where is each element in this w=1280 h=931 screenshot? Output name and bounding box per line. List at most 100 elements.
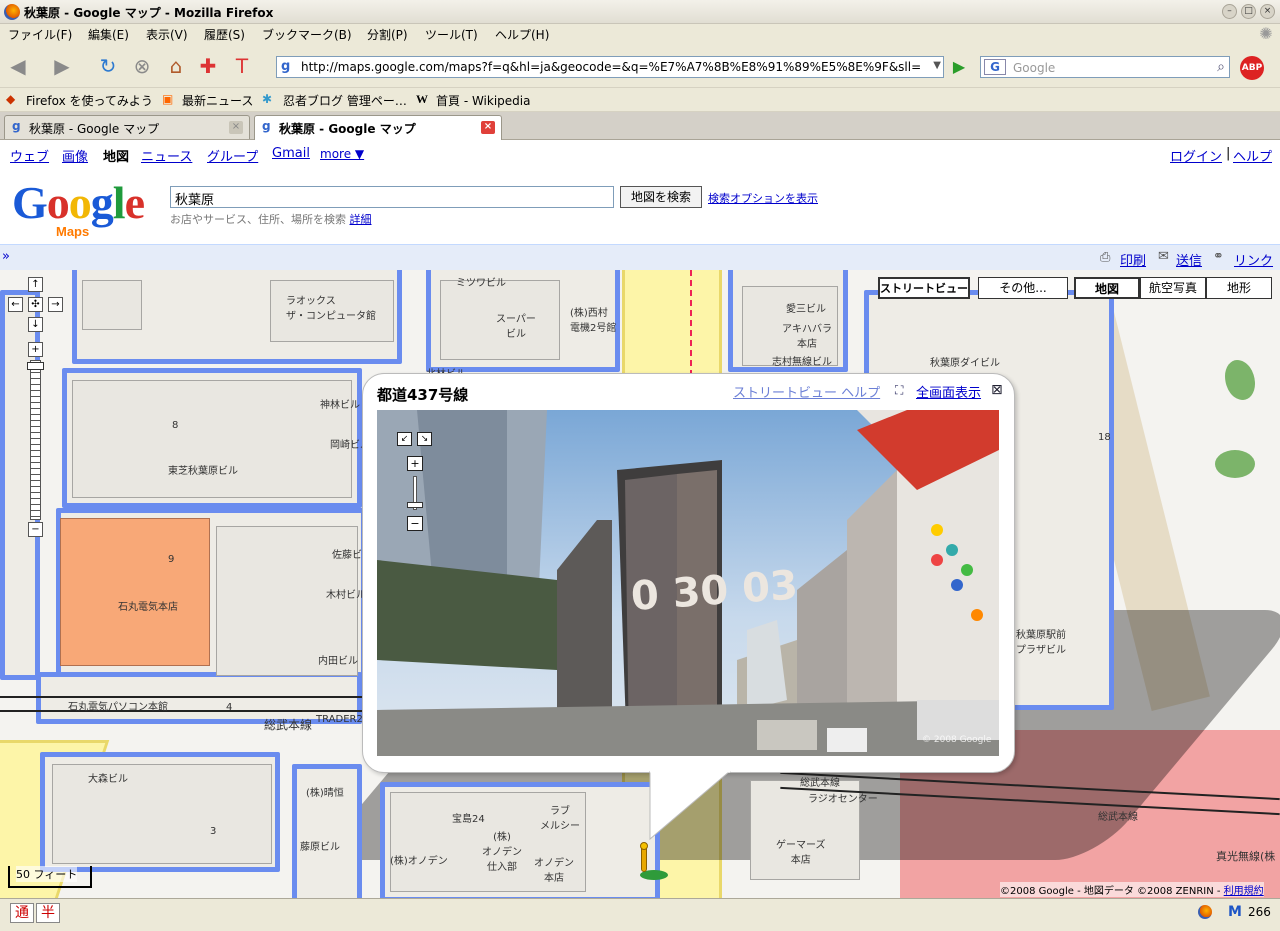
gbar-more[interactable]: more ▼ — [320, 147, 364, 161]
url-dropdown-icon[interactable]: ▼ — [933, 60, 941, 71]
more-button[interactable]: その他... — [978, 277, 1068, 299]
fullscreen-link[interactable]: 全画面表示 — [916, 382, 981, 401]
gbar-web[interactable]: ウェブ — [10, 146, 49, 165]
minimize-icon[interactable]: – — [1222, 4, 1237, 19]
magnifier-icon[interactable]: ⌕ — [1217, 59, 1225, 75]
fullscreen-icon[interactable]: ⛶ — [895, 383, 903, 398]
close-icon[interactable]: × — [1260, 4, 1275, 19]
pan-down-button[interactable]: ↓ — [28, 317, 43, 332]
bookmark-wikipedia[interactable]: 首頁 - Wikipedia — [436, 92, 530, 109]
window-title: 秋葉原 - Google マップ - Mozilla Firefox — [24, 6, 274, 20]
pano-zoom-out-button[interactable]: − — [407, 516, 423, 531]
bookmarks-toolbar: ◆ Firefox を使ってみよう ▣ 最新ニュース ✱ 忍者ブログ 管理ペー…… — [0, 88, 1280, 112]
zoom-in-button[interactable]: + — [28, 342, 43, 357]
pan-up-button[interactable]: ↑ — [28, 277, 43, 292]
home-icon[interactable]: ⌂ — [162, 52, 190, 80]
stop-icon[interactable]: ⊗ — [128, 52, 156, 80]
tab-1[interactable]: g 秋葉原 - Google マップ × — [4, 115, 250, 139]
pano-zoom-handle[interactable] — [407, 502, 423, 508]
gbar-maps: 地図 — [103, 150, 130, 165]
gbar-groups[interactable]: グループ — [207, 146, 258, 165]
menu-history[interactable]: 履歴(S) — [204, 26, 245, 43]
search-engine-icon[interactable]: G — [984, 59, 1006, 75]
streetview-button[interactable]: ストリートビュー — [878, 277, 970, 299]
panorama-watermark: © 2008 Google — [922, 735, 992, 745]
streetview-panorama[interactable]: © 2008 Google 0 30 03 ↙ ↘ + − — [377, 410, 999, 756]
bookmark-news[interactable]: 最新ニュース — [182, 92, 253, 109]
tab-favicon-icon: g — [262, 119, 271, 133]
maximize-icon[interactable]: □ — [1241, 4, 1256, 19]
menu-help[interactable]: ヘルプ(H) — [495, 26, 549, 43]
menu-bookmarks[interactable]: ブックマーク(B) — [262, 26, 352, 43]
zoom-slider-handle[interactable] — [27, 362, 44, 370]
rotate-left-icon[interactable]: ↙ — [397, 432, 412, 446]
reload-icon[interactable]: ↻ — [94, 52, 122, 80]
menu-view[interactable]: 表示(V) — [146, 26, 188, 43]
search-input[interactable]: 秋葉原 — [170, 186, 614, 208]
bookmark-firefox[interactable]: Firefox を使ってみよう — [26, 92, 153, 109]
search-detail-link[interactable]: 詳細 — [350, 213, 372, 226]
tab-2[interactable]: g 秋葉原 - Google マップ × — [254, 115, 502, 140]
gbar-images[interactable]: 画像 — [62, 146, 88, 165]
title-bar: 秋葉原 - Google マップ - Mozilla Firefox – □ × — [0, 0, 1280, 24]
menu-split[interactable]: 分割(P) — [367, 26, 408, 43]
map-label: 藤原ビル — [300, 842, 340, 853]
adblock-icon[interactable]: ABP — [1240, 56, 1264, 80]
gbar-news[interactable]: ニュース — [141, 146, 192, 165]
zoom-slider[interactable] — [30, 360, 41, 520]
zoom-out-button[interactable]: − — [28, 522, 43, 537]
pan-center-button[interactable]: ✣ — [28, 297, 43, 312]
map-label: 4 — [226, 702, 233, 713]
ime-width-indicator[interactable]: 半 — [36, 903, 60, 923]
bookmark-ninja[interactable]: 忍者ブログ 管理ペー… — [283, 92, 407, 109]
firefox-status-icon[interactable] — [1198, 905, 1212, 919]
gbar-gmail[interactable]: Gmail — [272, 146, 310, 161]
pan-right-button[interactable]: → — [48, 297, 63, 312]
menu-file[interactable]: ファイル(F) — [8, 26, 72, 43]
forward-icon[interactable]: ▶ — [48, 52, 76, 80]
url-bar[interactable]: g http://maps.google.com/maps?f=q&hl=ja&… — [276, 56, 944, 78]
search-options-link[interactable]: 検索オプションを表示 — [708, 190, 818, 206]
pegman-icon[interactable] — [632, 842, 668, 882]
terms-link[interactable]: 利用規約 — [1224, 886, 1264, 897]
pano-zoom-in-button[interactable]: + — [407, 456, 423, 471]
back-icon[interactable]: ◀ — [4, 52, 32, 80]
addon-cross-icon[interactable]: ✚ — [194, 52, 222, 80]
link-link[interactable]: リンク — [1234, 250, 1273, 269]
print-link[interactable]: 印刷 — [1120, 250, 1146, 269]
go-icon[interactable]: ▶ — [948, 56, 970, 78]
map-toolbar: » ⎙ 印刷 ✉ 送信 ⚭ リンク — [0, 244, 1280, 270]
map-label: オノデン 本店 — [534, 858, 574, 884]
help-link[interactable]: ヘルプ — [1233, 146, 1272, 165]
map-type-terrain[interactable]: 地形 — [1206, 277, 1272, 299]
ime-mode-indicator[interactable]: 通 — [10, 903, 34, 923]
tab-label: 秋葉原 - Google マップ — [29, 122, 160, 136]
search-placeholder: Google — [1013, 61, 1056, 75]
search-maps-button[interactable]: 地図を検索 — [620, 186, 702, 208]
addon-t-icon[interactable]: Ｔ — [228, 52, 256, 80]
tab-close-icon[interactable]: × — [481, 121, 495, 134]
pan-left-button[interactable]: ← — [8, 297, 23, 312]
web-search-bar[interactable]: G Google ⌕ — [980, 56, 1230, 78]
wikipedia-icon: W — [416, 92, 428, 106]
map-label: 神林ビル — [320, 400, 360, 411]
google-maps-logo[interactable]: Google Maps — [12, 176, 145, 239]
rotate-right-icon[interactable]: ↘ — [417, 432, 432, 446]
map-type-map[interactable]: 地図 — [1074, 277, 1140, 299]
menu-tools[interactable]: ツール(T) — [425, 26, 478, 43]
menu-edit[interactable]: 編集(E) — [88, 26, 129, 43]
building — [52, 764, 272, 864]
send-link[interactable]: 送信 — [1176, 250, 1202, 269]
login-link[interactable]: ログイン — [1170, 146, 1222, 165]
tab-close-icon[interactable]: × — [229, 121, 243, 134]
gmail-icon[interactable]: M — [1228, 904, 1242, 920]
expand-panel-icon[interactable]: » — [2, 249, 10, 264]
map-type-satellite[interactable]: 航空写真 — [1140, 277, 1206, 299]
google-bar: ウェブ 画像 地図 ニュース グループ Gmail more ▼ ログイン | … — [0, 140, 1280, 168]
bubble-close-icon[interactable]: ⊠ — [991, 382, 1003, 398]
streetview-help-link[interactable]: ストリートビュー ヘルプ — [733, 382, 880, 401]
map-label: 秋葉原駅前 プラザビル — [1016, 630, 1066, 656]
map-label: ラオックス ザ・コンピュータ館 — [286, 296, 376, 322]
gmail-count[interactable]: 266 — [1248, 905, 1271, 919]
map-label: 18 — [1098, 432, 1111, 443]
